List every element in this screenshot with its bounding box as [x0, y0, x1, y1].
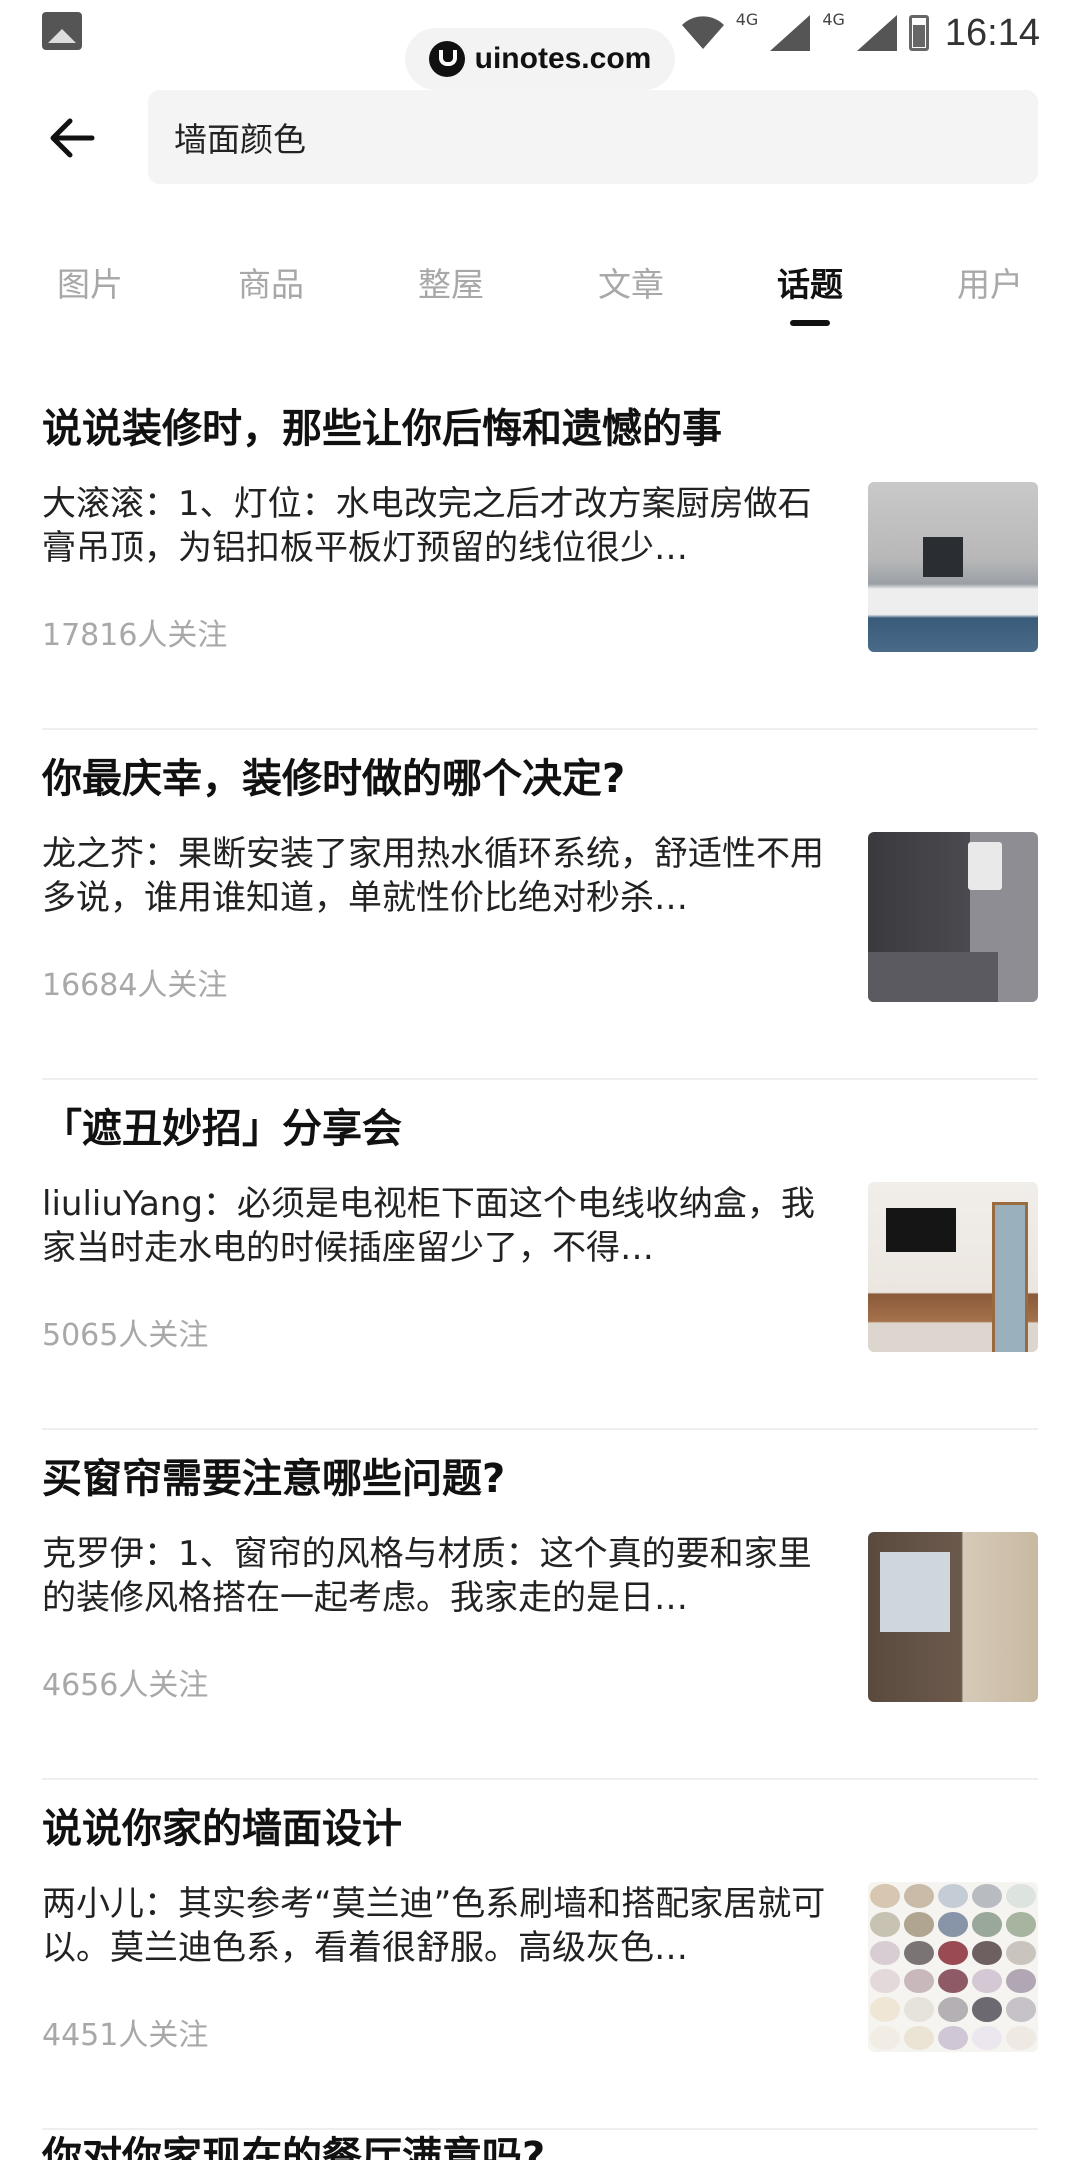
topic-list: 说说装修时，那些让你后悔和遗憾的事 大滚滚：1、灯位：水电改完之后才改方案厨房做…: [42, 380, 1038, 2130]
network-type-label: 4G: [822, 9, 845, 29]
search-query-text: 墙面颜色: [174, 120, 306, 159]
color-swatch: [904, 1912, 934, 1937]
color-swatch: [870, 1968, 900, 1994]
topic-follower-count: 4451人关注: [42, 2018, 209, 2053]
signal-icon: [770, 15, 811, 51]
color-swatch: [938, 1940, 968, 1965]
gallery-notification-icon: [42, 12, 82, 50]
color-swatch: [938, 1968, 968, 1994]
tab-images[interactable]: 图片: [30, 258, 150, 306]
battery-icon: [908, 15, 929, 51]
topic-thumbnail: [868, 1532, 1038, 1702]
topic-follower-count: 4656人关注: [42, 1668, 209, 1703]
color-swatch: [1006, 1884, 1036, 1909]
color-swatch: [870, 1940, 900, 1965]
uinotes-logo-icon: [428, 41, 465, 77]
color-swatch: [1006, 1912, 1036, 1937]
color-swatch: [1006, 1940, 1036, 1965]
status-icons: 4G 4G 16:14: [680, 6, 1040, 60]
color-swatch: [972, 1912, 1002, 1937]
tab-whole-house[interactable]: 整屋: [391, 258, 511, 306]
topic-title: 「遮丑妙招」分享会: [42, 1106, 402, 1152]
tab-articles[interactable]: 文章: [571, 258, 691, 306]
search-input[interactable]: 墙面颜色: [148, 90, 1038, 184]
topic-thumbnail: [868, 1182, 1038, 1352]
topic-item[interactable]: 「遮丑妙招」分享会 liuliuYang：必须是电视柜下面这个电线收纳盒，我家当…: [42, 1080, 1038, 1430]
color-swatch: [1006, 2025, 1036, 2050]
network-type-label: 4G: [735, 9, 759, 29]
clock: 16:14: [944, 11, 1040, 54]
watermark-text: uinotes.com: [474, 42, 652, 75]
color-swatch: [870, 1912, 900, 1937]
color-swatch: [1006, 1968, 1036, 1994]
color-swatch: [938, 2025, 968, 2050]
topic-excerpt: 大滚滚：1、灯位：水电改完之后才改方案厨房做石膏吊顶，为铝扣板平板灯预留的线位很…: [42, 484, 812, 568]
color-swatch: [972, 1884, 1002, 1909]
topic-excerpt: 两小儿：其实参考“莫兰迪”色系刷墙和搭配家居就可以。莫兰迪色系，看着很舒服。高级…: [42, 1884, 826, 1968]
topic-item[interactable]: 说说你家的墙面设计 两小儿：其实参考“莫兰迪”色系刷墙和搭配家居就可以。莫兰迪色…: [42, 1780, 1038, 2130]
topic-title: 买窗帘需要注意哪些问题?: [42, 1456, 506, 1502]
color-swatch: [972, 1997, 1002, 2022]
color-swatch: [938, 1884, 968, 1909]
topic-thumbnail: [868, 482, 1038, 652]
topic-title: 说说你家的墙面设计: [42, 1806, 402, 1852]
topic-excerpt: liuliuYang：必须是电视柜下面这个电线收纳盒，我家当时走水电的时候插座留…: [42, 1184, 815, 1268]
color-swatch: [870, 1884, 900, 1909]
color-swatch: [904, 2025, 934, 2050]
color-swatch: [904, 1940, 934, 1965]
color-swatch: [938, 1997, 968, 2022]
back-arrow-icon[interactable]: [44, 110, 100, 166]
tab-products[interactable]: 商品: [211, 258, 331, 306]
color-swatch: [870, 2025, 900, 2050]
category-tabs: 图片 商品 整屋 文章 话题 用户: [0, 248, 1080, 328]
topic-follower-count: 17816人关注: [42, 618, 228, 653]
topic-follower-count: 16684人关注: [42, 968, 228, 1003]
color-swatch: [972, 1968, 1002, 1994]
color-swatch: [972, 1940, 1002, 1965]
topic-thumbnail: [868, 832, 1038, 1002]
active-tab-indicator: [790, 320, 830, 326]
color-swatch: [904, 1968, 934, 1994]
search-header: 墙面颜色: [0, 88, 1080, 188]
topic-title[interactable]: 你对你家现在的餐厅满意吗?: [42, 2124, 545, 2160]
topic-title: 说说装修时，那些让你后悔和遗憾的事: [42, 406, 722, 452]
topic-title: 你最庆幸，装修时做的哪个决定?: [42, 756, 626, 802]
topic-item[interactable]: 买窗帘需要注意哪些问题? 克罗伊：1、窗帘的风格与材质：这个真的要和家里的装修风…: [42, 1430, 1038, 1780]
color-swatch: [904, 1884, 934, 1909]
topic-follower-count: 5065人关注: [42, 1318, 209, 1353]
topic-item[interactable]: 你最庆幸，装修时做的哪个决定? 龙之芥：果断安装了家用热水循环系统，舒适性不用多…: [42, 730, 1038, 1080]
color-swatch: [904, 1997, 934, 2022]
color-swatch: [972, 2025, 1002, 2050]
topic-excerpt: 克罗伊：1、窗帘的风格与材质：这个真的要和家里的装修风格搭在一起考虑。我家走的是…: [42, 1534, 812, 1618]
color-swatch: [938, 1912, 968, 1937]
tab-topics[interactable]: 话题: [750, 258, 870, 306]
topic-item[interactable]: 说说装修时，那些让你后悔和遗憾的事 大滚滚：1、灯位：水电改完之后才改方案厨房做…: [42, 380, 1038, 730]
topic-excerpt: 龙之芥：果断安装了家用热水循环系统，舒适性不用多说，谁用谁知道，单就性价比绝对秒…: [42, 834, 824, 918]
wifi-icon: [681, 16, 724, 49]
tab-users[interactable]: 用户: [930, 258, 1050, 306]
topic-thumbnail: [868, 1882, 1038, 2052]
color-swatch: [1006, 1997, 1036, 2022]
watermark-badge: uinotes.com: [405, 28, 675, 90]
color-swatch: [870, 1997, 900, 2022]
signal-icon: [856, 15, 897, 51]
